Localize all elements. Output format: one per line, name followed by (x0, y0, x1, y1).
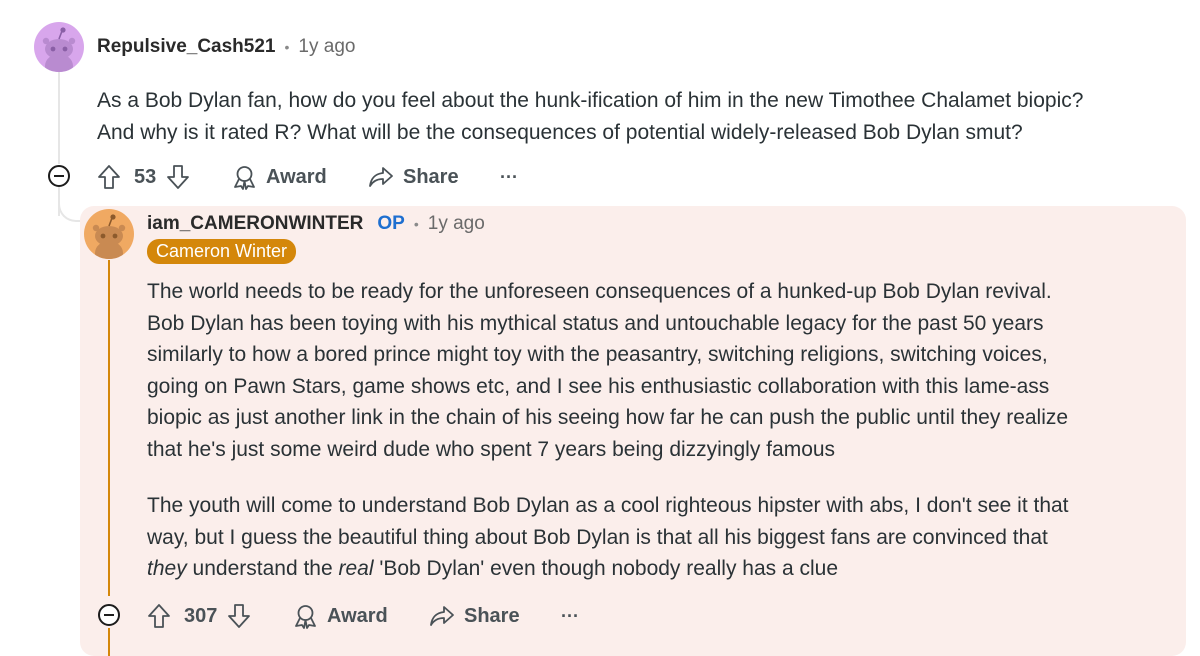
meta-separator: • (284, 39, 290, 55)
op-badge: OP (377, 213, 405, 234)
reply-body-line: Bob Dylan has been toying with his mythi… (147, 311, 1044, 335)
thread-line-main (58, 72, 60, 164)
comment-username[interactable]: Repulsive_Cash521 (97, 36, 276, 58)
reply-timestamp[interactable]: 1y ago (428, 213, 485, 235)
comment-body-line: And why is it rated R? What will be the … (97, 120, 1023, 144)
reply-thread-line (108, 260, 110, 596)
vote-score: 53 (134, 165, 157, 188)
share-label: Share (464, 604, 520, 627)
reply-body-line: The world needs to be ready for the unfo… (147, 280, 1052, 303)
body-text-segment: 'Bob Dylan' even though nobody really ha… (373, 557, 839, 580)
more-options-button[interactable]: ··· (500, 163, 518, 191)
more-options-icon: ··· (561, 605, 579, 626)
body-text-segment: understand the (186, 557, 339, 580)
downvote-icon[interactable] (166, 164, 190, 190)
share-button[interactable]: Share (429, 602, 520, 630)
more-options-button[interactable]: ··· (561, 602, 579, 630)
comment-body-line: As a Bob Dylan fan, how do you feel abou… (97, 89, 1084, 112)
upvote-icon[interactable] (97, 164, 121, 190)
reply-body-line: biopic as just another link in the chain… (147, 406, 1069, 429)
reply-body-line: The youth will come to understand Bob Dy… (147, 494, 1069, 517)
award-label: Award (327, 604, 388, 627)
user-flair: Cameron Winter (147, 239, 297, 264)
award-button[interactable]: Award (232, 163, 327, 191)
snoo-avatar-icon (92, 214, 126, 259)
reply-body-paragraph-1: The world needs to be ready for the unfo… (147, 276, 1182, 465)
reply-body-line: way, but I guess the beautiful thing abo… (147, 525, 1048, 549)
vote-bar: 307 (147, 602, 251, 630)
reply-body-line: they understand the real 'Bob Dylan' eve… (147, 553, 1182, 585)
collapse-thread-button[interactable] (48, 165, 70, 187)
emphasis-text: real (338, 557, 374, 580)
reply-username[interactable]: iam_CAMERONWINTER (147, 213, 363, 235)
vote-bar: 53 (97, 163, 190, 191)
meta-separator: • (413, 216, 419, 232)
award-icon (234, 166, 255, 190)
reply-body-paragraph-2: The youth will come to understand Bob Dy… (147, 490, 1182, 585)
share-label: Share (403, 165, 459, 188)
reply-body-line: that he's just some weird dude who spent… (147, 437, 836, 461)
award-button[interactable]: Award (293, 602, 388, 630)
comment-timestamp[interactable]: 1y ago (298, 36, 355, 58)
snoo-avatar-icon (42, 27, 76, 72)
share-button[interactable]: Share (368, 163, 459, 191)
share-icon (369, 167, 393, 187)
upvote-icon[interactable] (147, 603, 171, 629)
share-icon (430, 606, 454, 626)
more-options-icon: ··· (500, 166, 518, 187)
vote-score: 307 (184, 604, 218, 627)
award-icon (295, 605, 316, 629)
award-label: Award (266, 165, 327, 188)
avatar[interactable] (84, 209, 134, 259)
reply-header: iam_CAMERONWINTER OP • 1y ago (147, 213, 485, 235)
comment-body: As a Bob Dylan fan, how do you feel abou… (97, 85, 1187, 148)
downvote-icon[interactable] (227, 603, 251, 629)
avatar[interactable] (34, 22, 84, 72)
reply-body-line: similarly to how a bored prince might to… (147, 343, 1048, 366)
comment-header: Repulsive_Cash521 • 1y ago (97, 36, 355, 58)
collapse-thread-button[interactable] (98, 604, 120, 626)
reply-body-line: going on Pawn Stars, game shows etc, and… (147, 374, 1050, 398)
emphasis-text: they (147, 557, 187, 580)
reply-thread-line-lower (108, 628, 110, 656)
